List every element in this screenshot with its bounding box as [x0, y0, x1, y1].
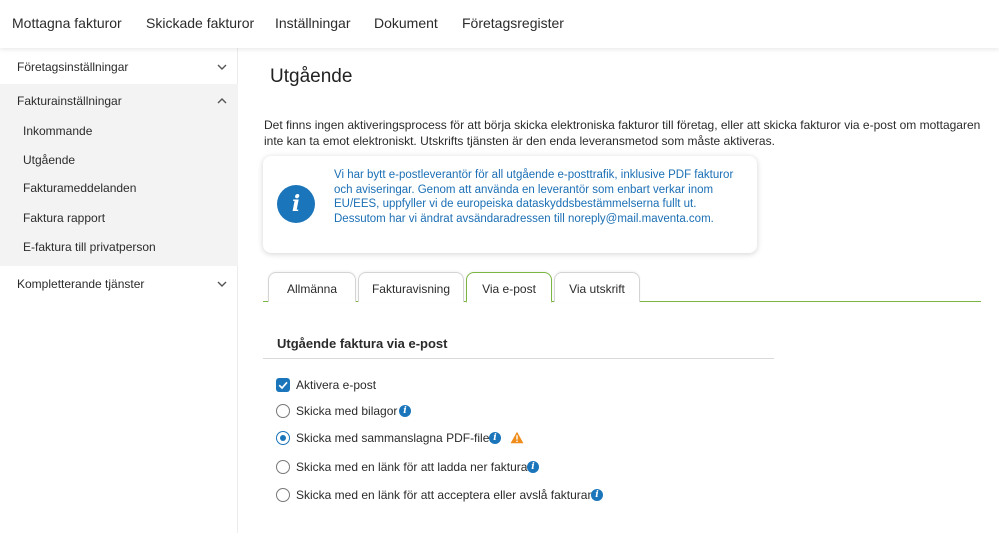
tab-via-print[interactable]: Via utskrift: [554, 272, 640, 302]
top-navigation: Mottagna fakturor Skickade fakturor Inst…: [0, 0, 999, 48]
sidebar-subitem-invoice-messages[interactable]: Fakturameddelanden: [23, 181, 136, 195]
option-label: Skicka med bilagor: [296, 404, 398, 418]
nav-sent-invoices[interactable]: Skickade fakturor: [146, 15, 254, 31]
info-notice: i Vi har bytt e-postleverantör för all u…: [263, 156, 757, 253]
warning-icon[interactable]: [510, 431, 524, 444]
info-notice-text: Vi har bytt e-postleverantör för all utg…: [334, 168, 744, 226]
info-icon[interactable]: i: [399, 405, 411, 417]
radio-button[interactable]: [276, 460, 290, 474]
tab-via-email[interactable]: Via e-post: [466, 272, 552, 303]
sidebar-subitem-incoming[interactable]: Inkommande: [23, 124, 92, 138]
sidebar-subitem-outgoing[interactable]: Utgående: [23, 153, 75, 167]
nav-company-register[interactable]: Företagsregister: [462, 15, 564, 31]
activate-email-checkbox[interactable]: Aktivera e-post: [276, 377, 396, 393]
option-accept-link[interactable]: Skicka med en länk för att acceptera ell…: [276, 487, 606, 503]
radio-button[interactable]: [276, 488, 290, 502]
radio-button-selected[interactable]: [276, 431, 290, 445]
option-label: Skicka med en länk för att acceptera ell…: [296, 488, 595, 502]
sidebar-group-invoice-settings: Fakturainställningar Inkommande Utgående…: [0, 84, 238, 266]
info-icon[interactable]: i: [591, 489, 603, 501]
option-label: Skicka med sammanslagna PDF-filer: [296, 431, 494, 445]
sidebar-subitem-einvoice-private[interactable]: E-faktura till privatperson: [23, 240, 156, 254]
nav-settings[interactable]: Inställningar: [275, 15, 351, 31]
sidebar-item-additional-services[interactable]: Kompletterande tjänster: [0, 266, 238, 302]
info-icon[interactable]: i: [489, 432, 501, 444]
info-notice-line: Vi har bytt e-postleverantör för all utg…: [334, 169, 734, 210]
intro-text: Det finns ingen aktiveringsprocess för a…: [264, 118, 981, 148]
sidebar-item-company-settings[interactable]: Företagsinställningar: [0, 48, 238, 84]
sidebar-item-label: Företagsinställningar: [17, 60, 129, 74]
sidebar-subitem-invoice-report[interactable]: Faktura rapport: [23, 211, 105, 225]
option-merged-pdf[interactable]: Skicka med sammanslagna PDF-filer i: [276, 430, 526, 446]
info-notice-line: Dessutom har vi ändrat avsändaradressen …: [334, 212, 714, 225]
info-icon: i: [277, 185, 315, 223]
nav-received-invoices[interactable]: Mottagna fakturor: [12, 15, 122, 31]
info-icon[interactable]: i: [527, 461, 539, 473]
option-download-link[interactable]: Skicka med en länk för att ladda ner fak…: [276, 459, 546, 475]
page-title: Utgående: [270, 66, 353, 87]
sidebar-item-label: Kompletterande tjänster: [17, 277, 145, 291]
sidebar-item-label: Fakturainställningar: [17, 94, 122, 108]
chevron-up-icon: [217, 98, 227, 104]
radio-button[interactable]: [276, 404, 290, 418]
section-title: Utgående faktura via e-post: [277, 336, 448, 351]
tab-general[interactable]: Allmänna: [268, 272, 356, 302]
chevron-down-icon: [217, 281, 227, 287]
tab-invoice-display[interactable]: Fakturavisning: [358, 272, 464, 302]
chevron-down-icon: [217, 64, 227, 70]
option-label: Aktivera e-post: [296, 378, 377, 392]
nav-documents[interactable]: Dokument: [374, 15, 438, 31]
sidebar-item-invoice-settings[interactable]: Fakturainställningar: [0, 84, 238, 116]
section-divider: [263, 358, 774, 359]
option-label: Skicka med en länk för att ladda ner fak…: [296, 460, 528, 474]
option-with-attachments[interactable]: Skicka med bilagor i: [276, 403, 416, 419]
sidebar: Företagsinställningar Fakturainställning…: [0, 48, 238, 533]
checkbox-checked-icon[interactable]: [276, 378, 290, 392]
